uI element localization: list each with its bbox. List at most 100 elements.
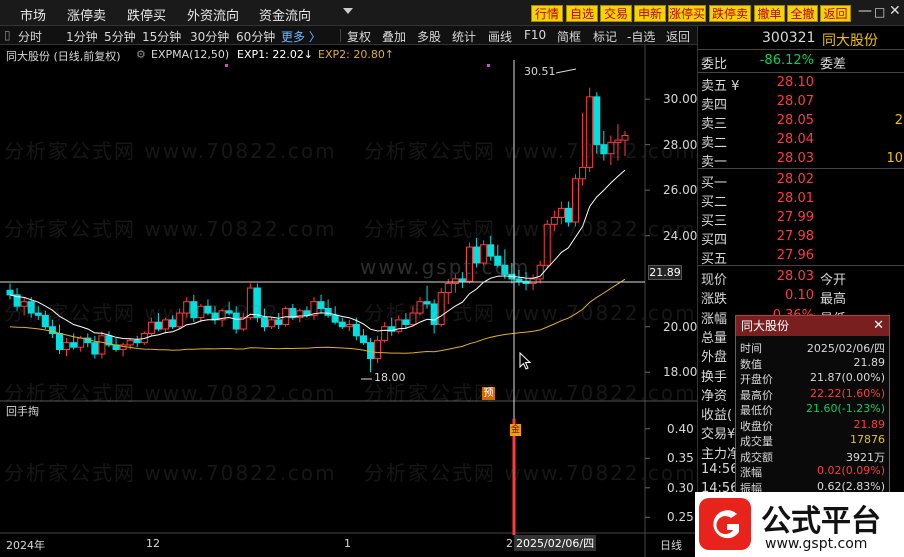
tool-statistics[interactable]: 统计 [452,28,476,45]
tool-back[interactable]: 返回 [666,28,690,45]
bid-label: 买三 [701,214,728,229]
sub-tick-label: 0.35 [667,451,694,466]
popup-row: 最低价 21.60(-1.23%) [736,402,889,417]
tool-multi-stock[interactable]: 多股 [417,28,441,45]
stat-value: 28.03 [776,269,814,284]
btn-cancel-order[interactable]: 撤单 [754,5,785,22]
cursor-price-tag: 21.89 [648,265,682,280]
btn-back[interactable]: 返回 [820,5,851,22]
tool-draw-line[interactable]: 画线 [488,28,512,45]
btn-trade[interactable]: 交易 [600,5,632,22]
stat-label: 14:56 [701,462,739,477]
watermark-text: 分析家公式网 www.70822.com [364,139,697,163]
order-ratio-label: 委比 [701,57,728,72]
menu-limit-up-sell[interactable]: 涨停卖 [67,5,106,24]
tab-more[interactable]: 更多 〉 [281,28,321,45]
maximize-icon[interactable]: □ [874,5,885,19]
tab-60min[interactable]: 60分钟 [236,28,275,45]
watermark-text: 分析家公式网 www.70822.com [4,139,337,163]
btn-ipo[interactable]: 申新 [634,5,666,22]
minimize-icon[interactable]: — [858,3,872,19]
bid-label: 买二 [701,195,728,210]
tool-simple-frame[interactable]: 简框 [557,28,581,45]
close-icon[interactable]: ✕ [889,3,901,19]
ask-price: 28.03 [776,151,814,166]
candle-body [529,278,537,284]
quote-header: 300321 同大股份 [698,28,904,50]
ask-row[interactable]: 卖三 28.05 2 [698,113,904,132]
bid-row[interactable]: 买四 27.98 [698,229,904,248]
menu-capital-flow[interactable]: 资金流向 [259,5,311,24]
period-label[interactable]: 日线 [660,537,682,553]
x-label-dec: 12 [146,537,160,550]
x-label-feb: 2 [506,537,513,550]
stat-label: 净资 [701,388,728,404]
kline-chart[interactable]: 同大股份 (日线,前复权) ⚙ EXPMA(12,50) EXP1: 22.02… [0,45,697,557]
menu-dropdown-icon[interactable] [343,8,353,14]
sub-tick-label: 0.40 [667,421,694,436]
stat-label: 交易¥ [701,427,736,443]
tool-remove-watch[interactable]: -自选 [627,28,655,45]
ask-row[interactable]: 卖五 ¥ 28.10 [698,75,904,94]
candle-body [48,326,56,335]
candle-body [345,323,353,328]
popup-row-label: 成交额 [740,450,773,464]
price-tick-label: 20.00 [663,319,698,334]
divider [698,168,904,169]
sub-indicator-title: 回手掏 [6,405,39,418]
bid-price: 27.99 [776,210,814,225]
menu-market[interactable]: 市场 [20,5,46,24]
bid-row[interactable]: 买二 28.01 [698,191,904,210]
tab-30min[interactable]: 30分钟 [190,28,229,45]
low-price-marker: 18.00 [374,371,406,384]
tab-5min[interactable]: 5分钟 [104,28,136,45]
tool-f10[interactable]: F10 [524,28,546,42]
toolbar-handle-icon[interactable]: ▯ [4,28,11,42]
toolbar-divider [340,29,341,42]
signal-dot [487,64,490,67]
candle-body [367,342,375,360]
bid-row[interactable]: 买一 28.02 [698,172,904,191]
stat-right-label: 最高 [820,292,847,308]
ask-volume: 10 [886,151,903,166]
legend-stock-name: 同大股份 (日线,前复权) [6,50,121,63]
tab-timeshare[interactable]: 分时 [18,28,42,45]
sub-tick-label: 0.30 [667,480,694,495]
tool-mark[interactable]: 标记 [593,28,617,45]
legend-settings-icon[interactable]: ⚙ [136,48,146,61]
tab-1min[interactable]: 1分钟 [66,28,98,45]
popup-row-label: 成交量 [740,435,773,448]
popup-row-label: 数值 [740,357,762,371]
popup-row-label: 涨幅 [740,466,762,479]
ask-row[interactable]: 卖二 28.04 [698,132,904,151]
kline-info-popup[interactable]: 同大股份 ✕ 时间 2025/02/06/四 数值 21.89 开盘价 21.87(0.0… [735,315,890,499]
btn-limit-up-buy[interactable]: 涨停买 [668,5,706,22]
tool-adjust[interactable]: 复权 [347,28,371,45]
watermark-text: 分析家公式网 www.70822.com [364,381,697,405]
tab-15min[interactable]: 15分钟 [142,28,181,45]
bid-label: 买四 [701,233,728,248]
popup-row-label: 最高价 [740,388,773,402]
popup-row: 成交量 17876 [736,433,889,448]
legend-indicator[interactable]: EXPMA(12,50) [151,48,229,61]
btn-quote[interactable]: 行情 [531,5,563,22]
x-label-jan: 1 [344,537,351,550]
bid-row[interactable]: 买三 27.99 [698,210,904,229]
btn-cancel-all[interactable]: 全撤 [787,5,818,22]
bid-price: 27.98 [776,229,814,244]
popup-close-icon[interactable]: ✕ [873,316,884,336]
menu-limit-down-buy[interactable]: 跌停买 [127,5,166,24]
popup-row: 开盘价 21.87(0.00%) [736,371,889,386]
btn-limit-down-sell[interactable]: 跌停卖 [709,5,751,22]
tool-overlay[interactable]: 叠加 [382,28,406,45]
stat-row: 涨跌 0.10 最高 [698,288,904,307]
btn-watchlist[interactable]: 自选 [566,5,598,22]
stat-label: 收益( [701,408,733,424]
x-cursor-date: 2025/02/06/四 [514,535,597,551]
popup-row-value: 0.62(2.83%) [816,479,885,493]
ask-row[interactable]: 卖四 28.07 [698,94,904,113]
popup-row: 成交额 3921万 [736,449,889,464]
ask-price: 28.07 [776,94,814,109]
bid-price: 27.96 [776,248,814,263]
menu-foreign-flow[interactable]: 外资流向 [187,5,239,24]
